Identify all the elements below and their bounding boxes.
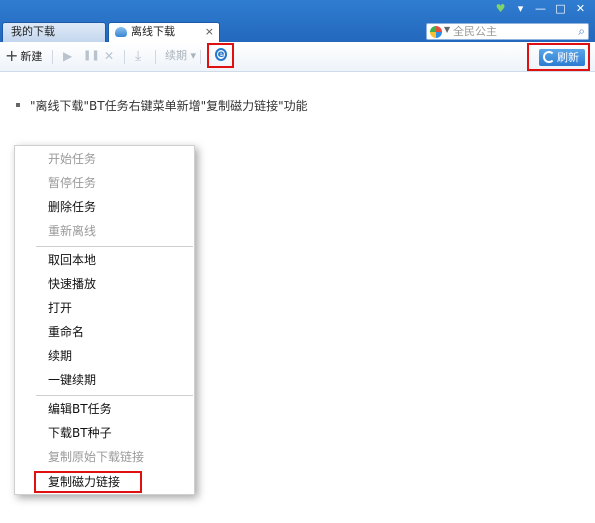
- window-controls: ♥ ▾ — □ ✕: [492, 2, 589, 16]
- title-bar: 我的下载 离线下载 × ♥ ▾ — □ ✕ ▼ 全民公主 ⌕: [0, 0, 595, 42]
- search-icon[interactable]: ⌕: [578, 24, 585, 39]
- tab-offline-download[interactable]: 离线下载 ×: [108, 22, 220, 42]
- toolbar-divider: [155, 50, 156, 64]
- search-input[interactable]: 全民公主: [453, 24, 497, 39]
- bullet: [16, 103, 20, 107]
- search-engine-logo-icon[interactable]: [430, 26, 442, 38]
- minimize-icon[interactable]: —: [532, 2, 549, 16]
- refresh-button[interactable]: 刷新: [539, 49, 585, 66]
- menu-item-pause-task[interactable]: 暂停任务: [48, 176, 96, 190]
- toolbar-divider: [200, 50, 201, 64]
- menu-divider: [36, 395, 193, 396]
- menu-item-delete-task[interactable]: 删除任务: [48, 200, 96, 214]
- menu-item-download-bt-seed[interactable]: 下载BT种子: [48, 426, 112, 440]
- renew-button[interactable]: 续期 ▾: [165, 42, 196, 72]
- menu-item-open[interactable]: 打开: [48, 301, 72, 315]
- download-icon[interactable]: ⤓: [135, 42, 141, 72]
- search-box[interactable]: ▼ 全民公主 ⌕: [426, 23, 589, 40]
- new-task-button[interactable]: + 新建: [5, 42, 42, 72]
- toolbar-divider: [124, 50, 125, 64]
- toolbar-divider: [52, 50, 53, 64]
- tab-my-downloads[interactable]: 我的下载: [2, 22, 106, 42]
- feature-note: "离线下载"BT任务右键菜单新增"复制磁力链接"功能: [16, 97, 308, 114]
- tab-label: 我的下载: [11, 25, 55, 38]
- menu-item-copy-original-link[interactable]: 复制原始下载链接: [48, 450, 144, 464]
- ie-browser-icon: e: [215, 48, 227, 61]
- refresh-icon: [543, 51, 555, 63]
- tab-label: 离线下载: [131, 25, 175, 38]
- delete-icon[interactable]: ✕: [104, 42, 114, 72]
- close-window-icon[interactable]: ✕: [572, 2, 589, 16]
- chevron-down-icon: ▾: [190, 49, 197, 62]
- skin-icon[interactable]: ♥: [492, 2, 509, 16]
- chevron-down-icon[interactable]: ▼: [444, 25, 450, 34]
- menu-item-one-click-renew[interactable]: 一键续期: [48, 373, 96, 387]
- menu-divider: [36, 246, 193, 247]
- menu-item-re-offline[interactable]: 重新离线: [48, 224, 96, 238]
- cloud-icon: [115, 27, 127, 37]
- menu-item-rename[interactable]: 重命名: [48, 325, 84, 339]
- menu-icon[interactable]: ▾: [512, 2, 529, 16]
- maximize-icon[interactable]: □: [552, 2, 569, 16]
- menu-item-edit-bt-task[interactable]: 编辑BT任务: [48, 402, 112, 416]
- close-tab-icon[interactable]: ×: [205, 23, 214, 41]
- plus-icon: +: [5, 46, 19, 65]
- refresh-highlight: 刷新: [527, 43, 590, 71]
- menu-item-start-task[interactable]: 开始任务: [48, 152, 96, 166]
- toolbar: + 新建 ▶ ❚❚ ✕ ⤓ 续期 ▾ e 刷新: [0, 42, 595, 72]
- menu-item-retrieve-local[interactable]: 取回本地: [48, 253, 96, 267]
- context-menu: 开始任务 暂停任务 删除任务 重新离线 取回本地 快速播放 打开 重命名 续期 …: [14, 145, 195, 495]
- menu-item-renew[interactable]: 续期: [48, 349, 72, 363]
- pause-icon[interactable]: ❚❚: [83, 42, 100, 72]
- menu-item-quick-play[interactable]: 快速播放: [48, 277, 96, 291]
- download-manager-window: 我的下载 离线下载 × ♥ ▾ — □ ✕ ▼ 全民公主 ⌕ + 新建 ▶ ❚❚ …: [0, 0, 595, 523]
- open-in-browser-button[interactable]: e: [207, 43, 234, 68]
- play-icon[interactable]: ▶: [63, 42, 72, 72]
- menu-item-copy-magnet-link[interactable]: 复制磁力链接: [48, 475, 120, 489]
